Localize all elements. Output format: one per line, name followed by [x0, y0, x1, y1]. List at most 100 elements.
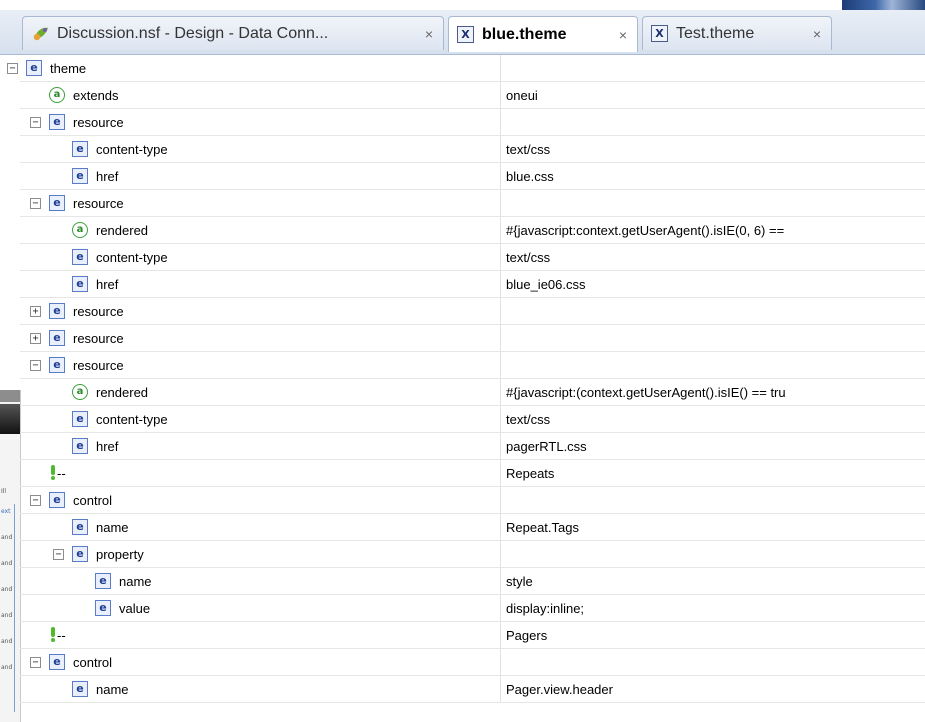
- node-value[interactable]: text/css: [506, 244, 922, 270]
- node-cell[interactable]: − e resource: [20, 109, 501, 135]
- node-cell[interactable]: a extends: [20, 82, 501, 108]
- node-value[interactable]: [506, 190, 922, 216]
- background-text-fragment: and: [1, 664, 13, 671]
- node-cell[interactable]: e name: [20, 676, 501, 702]
- close-icon[interactable]: ×: [813, 26, 821, 42]
- node-cell[interactable]: e content-type: [20, 244, 501, 270]
- close-icon[interactable]: ×: [425, 26, 433, 42]
- collapse-toggle-icon[interactable]: −: [30, 656, 41, 668]
- tab-discussion-design[interactable]: Discussion.nsf - Design - Data Conn... ×: [22, 16, 444, 50]
- node-cell[interactable]: e href: [20, 163, 501, 189]
- node-cell[interactable]: − e property: [20, 541, 501, 567]
- node-value[interactable]: [506, 487, 922, 513]
- node-value[interactable]: [506, 541, 922, 567]
- node-name: content-type: [96, 411, 168, 427]
- tree-row[interactable]: − e resource: [20, 190, 925, 217]
- node-cell[interactable]: a rendered: [20, 379, 501, 405]
- collapse-toggle-icon[interactable]: −: [30, 197, 41, 209]
- node-value[interactable]: Repeat.Tags: [506, 514, 922, 540]
- tree-row[interactable]: − e theme: [7, 55, 925, 82]
- node-value[interactable]: [506, 649, 922, 675]
- node-value[interactable]: text/css: [506, 406, 922, 432]
- tree-row[interactable]: e content-type text/css: [20, 406, 925, 433]
- collapse-toggle-icon[interactable]: −: [30, 116, 41, 128]
- node-cell[interactable]: e name: [20, 514, 501, 540]
- tree-row[interactable]: − e control: [20, 649, 925, 676]
- expand-toggle-icon[interactable]: +: [30, 305, 41, 317]
- node-cell[interactable]: e content-type: [20, 406, 501, 432]
- node-cell[interactable]: e href: [20, 433, 501, 459]
- tree-row[interactable]: e href blue_ie06.css: [20, 271, 925, 298]
- node-value[interactable]: oneui: [506, 82, 922, 108]
- tree-row[interactable]: e content-type text/css: [20, 136, 925, 163]
- collapse-toggle-icon[interactable]: −: [30, 494, 41, 506]
- tree-row[interactable]: -- Pagers: [20, 622, 925, 649]
- node-value[interactable]: text/css: [506, 136, 922, 162]
- node-cell[interactable]: − e theme: [7, 55, 501, 81]
- tree-row[interactable]: − e resource: [20, 109, 925, 136]
- node-value[interactable]: [506, 298, 922, 324]
- node-cell[interactable]: e value: [20, 595, 501, 621]
- node-cell[interactable]: + e resource: [20, 325, 501, 351]
- node-value[interactable]: [506, 109, 922, 135]
- tab-test-theme[interactable]: X Test.theme ×: [642, 16, 832, 50]
- tree-row[interactable]: + e resource: [20, 298, 925, 325]
- tree-row[interactable]: − e property: [20, 541, 925, 568]
- tree-row[interactable]: e href blue.css: [20, 163, 925, 190]
- tree-row[interactable]: a extends oneui: [20, 82, 925, 109]
- node-value[interactable]: display:inline;: [506, 595, 922, 621]
- collapse-toggle-icon[interactable]: −: [7, 62, 18, 74]
- close-icon[interactable]: ×: [619, 27, 627, 43]
- tree-row[interactable]: e name style: [20, 568, 925, 595]
- tree-row[interactable]: a rendered #{javascript:(context.getUserAg…: [20, 379, 925, 406]
- node-value[interactable]: pagerRTL.css: [506, 433, 922, 459]
- attribute-icon: a: [49, 87, 65, 103]
- node-cell[interactable]: e name: [20, 568, 501, 594]
- node-cell[interactable]: + e resource: [20, 298, 501, 324]
- node-cell[interactable]: − e control: [20, 487, 501, 513]
- node-value[interactable]: Pager.view.header: [506, 676, 922, 702]
- node-value[interactable]: [506, 325, 922, 351]
- tree-row[interactable]: e name Pager.view.header: [20, 676, 925, 703]
- collapse-toggle-icon[interactable]: −: [30, 359, 41, 371]
- node-cell[interactable]: − e control: [20, 649, 501, 675]
- node-value[interactable]: Pagers: [506, 622, 922, 648]
- node-value[interactable]: #{javascript:(context.getUserAgent().isI…: [506, 379, 922, 405]
- node-cell[interactable]: --: [20, 460, 501, 486]
- node-cell[interactable]: --: [20, 622, 501, 648]
- node-cell[interactable]: e content-type: [20, 136, 501, 162]
- node-cell[interactable]: − e resource: [20, 190, 501, 216]
- tree-row[interactable]: e value display:inline;: [20, 595, 925, 622]
- tree-row[interactable]: e content-type text/css: [20, 244, 925, 271]
- element-icon: e: [49, 114, 65, 130]
- node-value[interactable]: style: [506, 568, 922, 594]
- tree-row[interactable]: -- Repeats: [20, 460, 925, 487]
- expand-toggle-icon[interactable]: +: [30, 332, 41, 344]
- tree-row[interactable]: e name Repeat.Tags: [20, 514, 925, 541]
- node-value[interactable]: blue.css: [506, 163, 922, 189]
- tree-row[interactable]: − e control: [20, 487, 925, 514]
- node-value[interactable]: blue_ie06.css: [506, 271, 922, 297]
- tab-blue-theme[interactable]: X blue.theme ×: [448, 16, 638, 52]
- node-name: href: [96, 168, 119, 184]
- tree-row[interactable]: a rendered #{javascript:context.getUserAge…: [20, 217, 925, 244]
- xml-tree-grid: − e theme a extends oneui − e resource e content-t…: [7, 55, 925, 703]
- node-cell[interactable]: e href: [20, 271, 501, 297]
- node-value[interactable]: [506, 352, 922, 378]
- node-value[interactable]: [506, 55, 922, 81]
- tree-row[interactable]: − e resource: [20, 352, 925, 379]
- node-name: resource: [73, 357, 124, 373]
- collapse-toggle-icon[interactable]: −: [53, 548, 64, 560]
- node-cell[interactable]: − e resource: [20, 352, 501, 378]
- node-value[interactable]: #{javascript:context.getUserAgent().isIE…: [506, 217, 922, 243]
- node-value[interactable]: Repeats: [506, 460, 922, 486]
- node-name: property: [96, 546, 144, 562]
- tree-row[interactable]: e href pagerRTL.css: [20, 433, 925, 460]
- node-name: content-type: [96, 249, 168, 265]
- node-cell[interactable]: a rendered: [20, 217, 501, 243]
- background-text-fragment: and: [1, 638, 13, 645]
- tree-row[interactable]: + e resource: [20, 325, 925, 352]
- xml-file-icon: X: [457, 26, 474, 43]
- node-name: name: [96, 519, 129, 535]
- background-text-fragment: and: [1, 560, 13, 567]
